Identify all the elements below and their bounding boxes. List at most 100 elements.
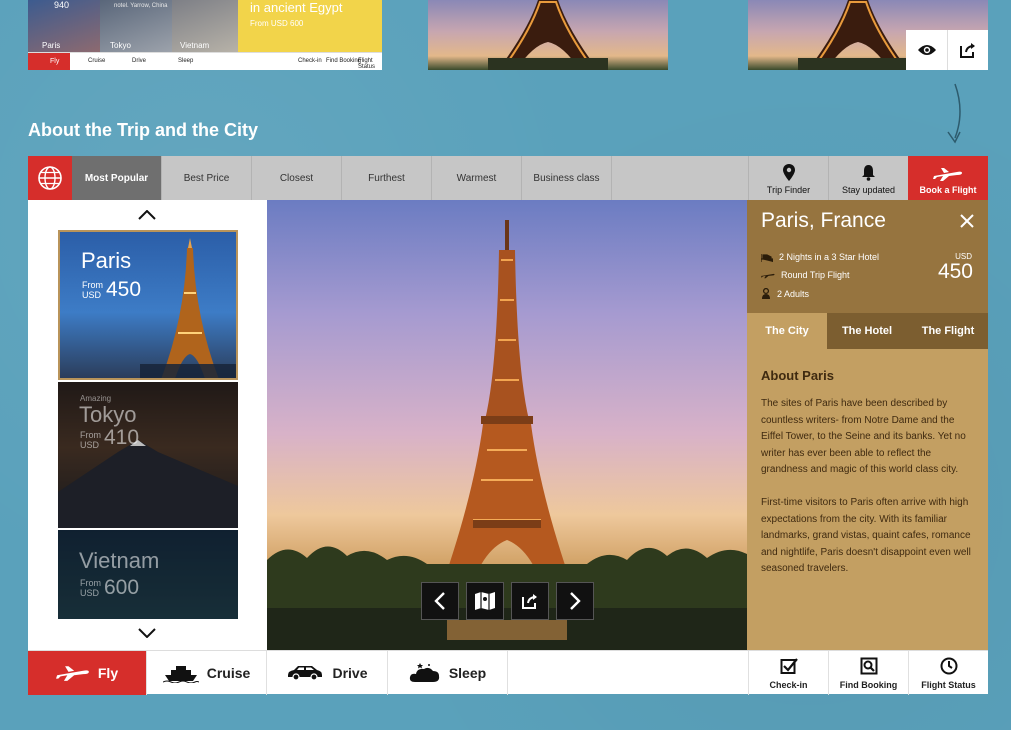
share-button[interactable] [947,30,988,70]
airplane-icon [55,666,89,681]
destination-card-paris[interactable]: Paris From USD 450 [58,230,238,380]
thumbnail-preview-3[interactable] [748,0,988,70]
tab-the-hotel[interactable]: The Hotel [827,313,907,349]
bottom-actions: Check-in Find Booking Flight Status [748,651,988,695]
mosaic-tile-city: Tokyo [110,41,131,50]
destination-card-vietnam[interactable]: Vietnam From USD 600 [58,530,238,619]
share-button[interactable] [511,582,549,620]
eiffel-tower-thumbnail [798,0,918,70]
close-icon[interactable] [960,214,974,228]
flight-status-button[interactable]: Flight Status [908,651,988,695]
map-icon [475,592,495,610]
card-price: 600 [104,576,140,599]
thumbnail-preview-1[interactable]: 940 Paris notel. Yarrow, China Tokyo Vie… [28,0,382,70]
mini-fly-tab: Fly [28,53,70,70]
find-booking-button[interactable]: Find Booking [828,651,908,695]
nav-fly[interactable]: Fly [28,651,147,695]
tab-best-price[interactable]: Best Price [162,156,252,200]
trip-finder-label: Trip Finder [766,185,811,195]
curved-arrow-icon [947,83,961,144]
about-heading: About Paris [761,368,834,383]
thumbnail-preview-2[interactable] [428,0,668,70]
mini-cruise: Cruise [88,58,106,64]
card-currency: USD [80,588,100,598]
mosaic-tile-city: Paris [42,41,61,50]
mosaic-tile-paris: 940 Paris [28,0,100,52]
detail-tabs: The City The Hotel The Flight [747,313,988,349]
book-flight-label: Book a Flight [919,185,977,195]
airplane-icon [933,168,962,181]
detail-price: 450 [937,260,973,283]
search-document-icon [860,657,877,675]
car-icon [288,666,323,681]
share-icon [522,594,537,609]
top-actions: Trip Finder Stay updated Book a Flight [748,156,988,200]
trip-finder-button[interactable]: Trip Finder [748,156,828,200]
nav-sleep-label: Sleep [448,665,487,681]
eye-icon [917,45,936,55]
mosaic-tile-price: 940 [54,0,70,10]
chevron-down-icon[interactable] [138,628,156,638]
tab-the-flight[interactable]: The Flight [908,313,988,349]
nav-cruise-label: Cruise [206,665,251,681]
nav-sleep[interactable]: Sleep [388,651,508,695]
cloud-moon-icon [409,663,439,682]
stay-updated-label: Stay updated [841,185,896,195]
detail-line-text: 2 Nights in a 3 Star Hotel [779,252,880,262]
card-currency: USD [82,290,102,300]
card-city: Paris [81,248,132,273]
tab-warmest[interactable]: Warmest [432,156,522,200]
detail-panel: Paris, France 2 Nights in a 3 Star Hotel… [747,200,988,650]
previous-button[interactable] [421,582,459,620]
detail-line-flight: Round Trip Flight [761,270,850,280]
detail-line-adults: 2 Adults [761,288,809,299]
card-price: 410 [104,426,140,449]
stay-updated-button[interactable]: Stay updated [828,156,908,200]
chevron-right-icon [570,592,581,610]
mini-drive: Drive [132,58,147,64]
card-from: From [80,430,101,440]
nav-cruise[interactable]: Cruise [147,651,267,695]
thumbnail-actions [906,30,988,70]
thumbnail-mosaic: 940 Paris notel. Yarrow, China Tokyo Vie… [28,0,382,52]
trip-widget: Most Popular Best Price Closest Furthest… [28,156,988,695]
tab-the-city[interactable]: The City [747,313,827,349]
mosaic-tile-vietnam: Vietnam [172,0,238,52]
find-booking-label: Find Booking [839,680,898,690]
check-in-button[interactable]: Check-in [748,651,828,695]
filter-bar: Most Popular Best Price Closest Furthest… [28,156,988,200]
detail-line-hotel: 2 Nights in a 3 Star Hotel [761,252,879,262]
tab-most-popular[interactable]: Most Popular [72,156,162,200]
about-paragraph: The sites of Paris have been described b… [761,398,966,475]
card-city: Vietnam [79,548,160,573]
eiffel-tower-thumbnail [488,0,608,70]
card-price: 450 [106,278,142,301]
preview-button[interactable] [906,30,947,70]
tab-closest[interactable]: Closest [252,156,342,200]
nav-drive[interactable]: Drive [267,651,388,695]
destination-card-tokyo[interactable]: Amazing Tokyo From USD 410 [58,382,238,528]
book-flight-button[interactable]: Book a Flight [908,156,988,200]
globe-button[interactable] [28,156,72,200]
mosaic-tile-city: Vietnam [180,41,210,50]
detail-line-text: 2 Adults [777,288,810,299]
mosaic-tile-egypt: in ancient Egypt From USD 600 [238,0,382,52]
detail-header: Paris, France 2 Nights in a 3 Star Hotel… [747,200,988,313]
mini-sleep: Sleep [178,58,194,64]
map-button[interactable] [466,582,504,620]
eiffel-tower-image [140,238,236,378]
tab-furthest[interactable]: Furthest [342,156,432,200]
destination-sidebar: Paris From USD 450 Amazing Tokyo From US… [28,200,267,650]
ship-icon [162,666,199,683]
tab-business-class[interactable]: Business class [522,156,612,200]
photo-controls [421,582,595,620]
globe-icon [38,166,62,190]
card-from: From [82,280,103,290]
thumbnail-mini-bar: Fly Cruise Drive Sleep Check-in Find Boo… [28,52,382,70]
nav-fly-label: Fly [97,665,119,681]
checkbox-icon [780,658,798,674]
airplane-icon [761,273,775,279]
bed-icon [761,254,773,262]
chevron-up-icon[interactable] [138,210,156,220]
next-button[interactable] [556,582,594,620]
